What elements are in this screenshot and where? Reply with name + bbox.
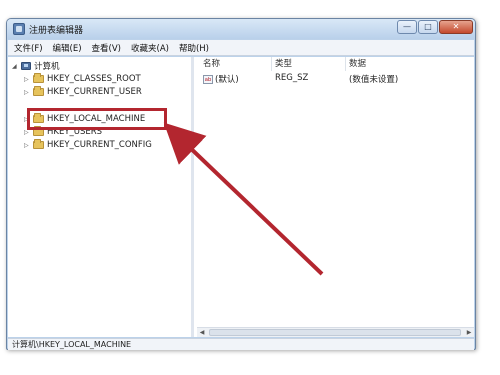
main-panes: ◢ 计算机 ▷ HKEY_CLASSES_ROOT ▷ HKEY_CURRENT… xyxy=(8,57,474,337)
registry-editor-window: 注册表编辑器 — □ ✕ 文件(F) 编辑(E) 查看(V) 收藏夹(A) 帮助… xyxy=(6,18,476,350)
string-value-icon: ab xyxy=(203,75,213,84)
folder-icon xyxy=(33,73,44,83)
column-header-type[interactable]: 类型 xyxy=(275,57,292,71)
close-button[interactable]: ✕ xyxy=(439,20,473,34)
scroll-right-icon[interactable]: ▶ xyxy=(464,328,474,337)
tree-label: HKEY_CLASSES_ROOT xyxy=(47,74,141,84)
annotation-highlight-box xyxy=(27,108,167,130)
title-bar[interactable]: 注册表编辑器 — □ ✕ xyxy=(7,19,475,39)
tree-item-hkey-current-config[interactable]: ▷ HKEY_CURRENT_CONFIG xyxy=(24,139,152,151)
computer-icon xyxy=(21,62,31,70)
folder-icon xyxy=(33,86,44,96)
menu-bar: 文件(F) 编辑(E) 查看(V) 收藏夹(A) 帮助(H) xyxy=(8,40,474,56)
menu-help[interactable]: 帮助(H) xyxy=(179,42,209,54)
value-data-cell: (数值未设置) xyxy=(349,75,399,85)
menu-favorites[interactable]: 收藏夹(A) xyxy=(131,42,169,54)
value-name: (默认) xyxy=(215,75,239,85)
tree-label-computer: 计算机 xyxy=(34,62,60,72)
expand-icon[interactable]: ▷ xyxy=(24,89,30,96)
horizontal-scrollbar[interactable]: ◀ ▶ xyxy=(197,327,474,337)
maximize-button[interactable]: □ xyxy=(418,20,438,34)
tree-label: HKEY_CURRENT_CONFIG xyxy=(47,140,152,150)
minimize-button[interactable]: — xyxy=(397,20,417,34)
tree-item-hkey-classes-root[interactable]: ▷ HKEY_CLASSES_ROOT xyxy=(24,73,141,85)
menu-file[interactable]: 文件(F) xyxy=(14,42,43,54)
expand-icon[interactable]: ▷ xyxy=(24,142,30,149)
column-divider[interactable] xyxy=(271,57,272,71)
value-name-cell[interactable]: ab (默认) xyxy=(203,73,239,85)
collapse-icon[interactable]: ◢ xyxy=(12,63,18,70)
window-title: 注册表编辑器 xyxy=(29,26,84,36)
status-bar: 计算机\HKEY_LOCAL_MACHINE xyxy=(8,338,474,350)
tree-pane[interactable]: ◢ 计算机 ▷ HKEY_CLASSES_ROOT ▷ HKEY_CURRENT… xyxy=(8,57,194,337)
column-header-data[interactable]: 数据 xyxy=(349,57,366,71)
tree-label: HKEY_CURRENT_USER xyxy=(47,87,142,97)
value-type-cell: REG_SZ xyxy=(275,73,309,83)
column-header-name[interactable]: 名称 xyxy=(203,57,220,71)
tree-item-hkey-current-user[interactable]: ▷ HKEY_CURRENT_USER xyxy=(24,86,142,98)
column-divider[interactable] xyxy=(345,57,346,71)
tree-item-computer[interactable]: ◢ 计算机 xyxy=(12,60,60,72)
values-pane[interactable]: 名称 类型 数据 ab (默认) REG_SZ (数值未设置) ◀ ▶ xyxy=(197,57,474,337)
scroll-left-icon[interactable]: ◀ xyxy=(197,328,207,337)
folder-icon xyxy=(33,139,44,149)
registry-editor-icon xyxy=(13,23,25,35)
menu-edit[interactable]: 编辑(E) xyxy=(53,42,82,54)
expand-icon[interactable]: ▷ xyxy=(24,76,30,83)
menu-view[interactable]: 查看(V) xyxy=(92,42,121,54)
scrollbar-thumb[interactable] xyxy=(209,329,461,336)
